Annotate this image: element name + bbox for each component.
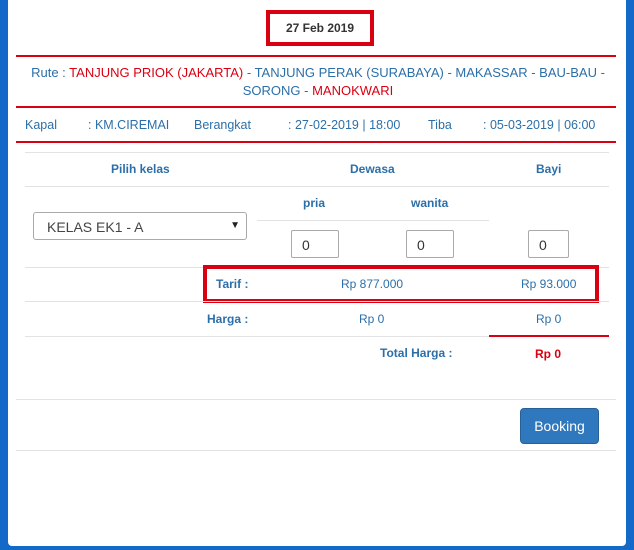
tarif-infant-value: Rp 93.000 (521, 277, 577, 291)
harga-infant-value: Rp 0 (536, 312, 562, 326)
route-stops-line2: SORONG - (242, 83, 313, 98)
col-header-infant: Bayi (536, 162, 562, 176)
divider (16, 55, 616, 57)
class-select[interactable]: KELAS EK1 - A ▼ (33, 212, 247, 240)
tarif-label: Tarif : (216, 277, 249, 291)
berangkat-label: Berangkat (194, 118, 251, 132)
footer-divider (16, 450, 616, 451)
booking-card: 27 Feb 2019 Rute : TANJUNG PRIOK (JAKART… (8, 0, 626, 546)
row-divider (25, 186, 609, 187)
route-separator: - (243, 65, 255, 80)
class-select-value: KELAS EK1 - A (47, 219, 144, 235)
divider (16, 106, 616, 108)
route-stops-middle: TANJUNG PERAK (SURABAYA) - MAKASSAR - BA… (254, 65, 605, 80)
tiba-value: : 05-03-2019 | 06:00 (483, 118, 596, 132)
tarif-adult-value: Rp 877.000 (341, 277, 404, 291)
sub-header-female: wanita (411, 196, 449, 210)
qty-female-input[interactable]: 0 (406, 230, 454, 258)
sub-divider (257, 220, 489, 221)
col-header-class: Pilih kelas (111, 162, 170, 176)
kapal-label: Kapal (25, 118, 57, 132)
tiba-label: Tiba (428, 118, 452, 132)
berangkat-value: : 27-02-2019 | 18:00 (288, 118, 401, 132)
chevron-down-icon: ▼ (230, 220, 240, 231)
harga-label: Harga : (207, 312, 249, 326)
total-accent-line (489, 335, 609, 337)
col-header-adult: Dewasa (350, 162, 395, 176)
booking-button[interactable]: Booking (520, 408, 599, 444)
route-info: Rute : TANJUNG PRIOK (JAKARTA) - TANJUNG… (28, 64, 608, 100)
row-divider (25, 301, 609, 302)
footer-divider (16, 399, 616, 400)
total-value: Rp 0 (535, 347, 562, 361)
kapal-value: : KM.CIREMAI (88, 118, 170, 132)
table-top-border (25, 152, 609, 153)
row-divider (25, 336, 489, 337)
total-label: Total Harga : (380, 346, 453, 360)
qty-male-input[interactable]: 0 (291, 230, 339, 258)
date-label: 27 Feb 2019 (266, 10, 374, 46)
harga-adult-value: Rp 0 (359, 312, 385, 326)
qty-infant-input[interactable]: 0 (528, 230, 569, 258)
divider (16, 141, 616, 143)
route-stop-destination: MANOKWARI (312, 83, 394, 98)
route-stop-origin: TANJUNG PRIOK (JAKARTA) (69, 65, 244, 80)
route-label: Rute : (31, 65, 66, 80)
sub-header-male: pria (303, 196, 326, 210)
